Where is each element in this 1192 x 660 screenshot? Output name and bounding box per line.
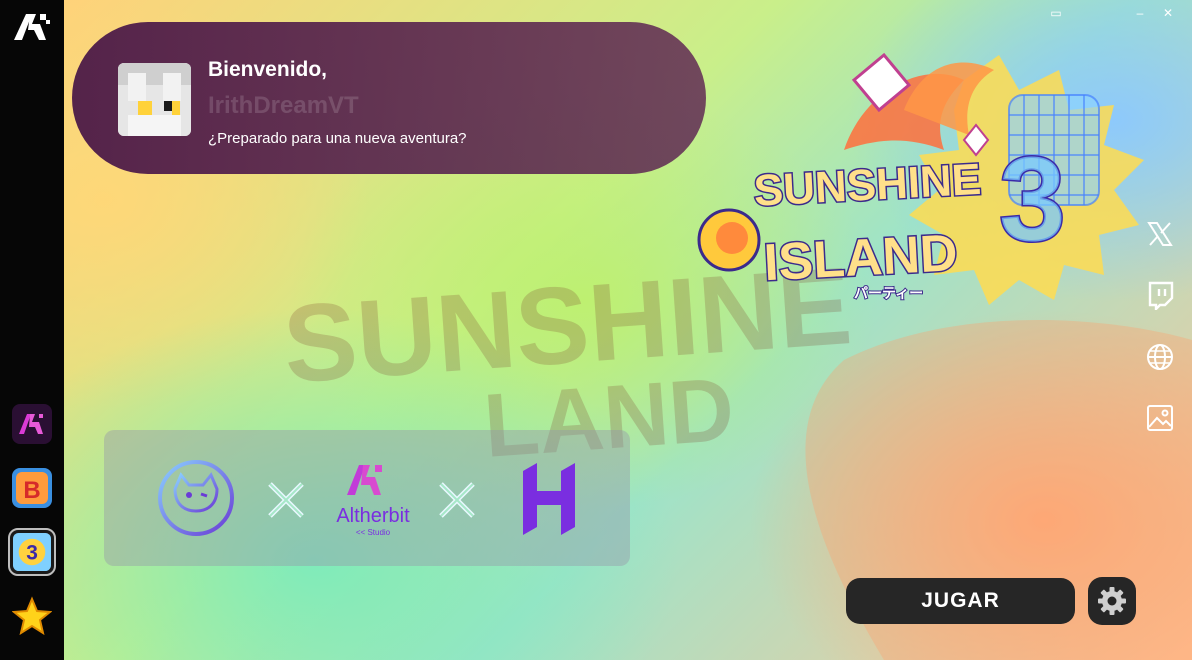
altherbit-tag: << Studio — [355, 528, 391, 537]
altherbit-studio-icon — [12, 404, 52, 444]
welcome-title: Bienvenido, — [208, 58, 328, 81]
x-separator-icon — [268, 482, 304, 518]
sidebar-item-altherbit-studio[interactable] — [12, 404, 52, 444]
bg-logo-line1: SUNSHINE — [280, 244, 856, 406]
altherbit-name: Altherbit — [336, 505, 410, 527]
welcome-subtitle: ¿Preparado para una nueva aventura? — [208, 130, 467, 147]
gear-icon — [1098, 587, 1126, 615]
sidebar-item-game-b[interactable]: B — [12, 468, 52, 508]
game-logo-line1: SUNSHINE — [753, 155, 983, 216]
sidebar: B 3 — [0, 0, 64, 660]
minimize-button[interactable]: – — [1132, 6, 1148, 20]
website-social-button[interactable] — [1145, 342, 1175, 372]
x-icon — [1147, 222, 1173, 246]
avatar[interactable] — [118, 63, 191, 136]
x-separator-icon — [439, 482, 475, 518]
svg-text:B: B — [23, 477, 40, 504]
twitch-icon — [1148, 281, 1174, 312]
h-logo-icon — [523, 463, 575, 535]
play-button[interactable]: JUGAR — [846, 578, 1075, 624]
image-icon — [1147, 405, 1173, 431]
sidebar-item-sunshine-island-3[interactable]: 3 — [8, 528, 56, 576]
game-logo-subtitle: パーティー — [854, 286, 923, 302]
cat-studio-logo-icon — [158, 460, 234, 536]
sidebar-item-star-game[interactable] — [12, 596, 52, 636]
twitch-social-button[interactable] — [1145, 280, 1175, 312]
game-logo-number: 3 — [999, 132, 1066, 266]
game-logo-line2: ISLAND — [763, 224, 959, 292]
star-icon — [12, 596, 52, 636]
globe-icon — [1147, 344, 1173, 370]
restore-button[interactable]: ▭ — [1048, 6, 1064, 20]
game-b-icon: B — [12, 468, 52, 508]
gallery-social-button[interactable] — [1145, 403, 1175, 433]
close-button[interactable]: ✕ — [1160, 6, 1176, 20]
settings-button[interactable] — [1088, 577, 1136, 625]
x-social-button[interactable] — [1145, 219, 1175, 249]
svg-text:3: 3 — [26, 542, 38, 565]
welcome-username: IrithDreamVT — [208, 92, 359, 119]
sunshine-island-3-icon: 3 — [13, 533, 51, 571]
altherbit-logo-icon — [12, 10, 52, 44]
altherbit-logo-icon — [347, 465, 382, 495]
